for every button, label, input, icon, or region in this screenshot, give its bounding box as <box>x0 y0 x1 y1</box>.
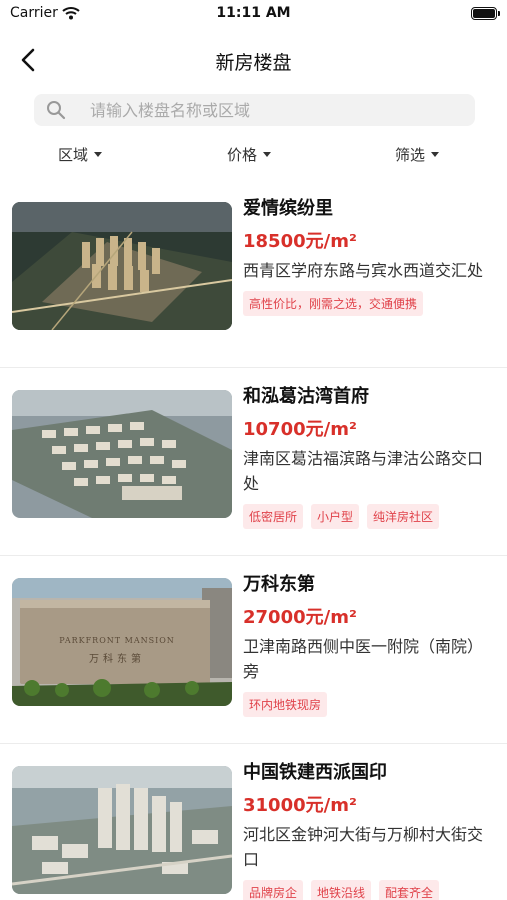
listing-item[interactable]: PARKFRONT MANSION 万科东第 万科东第 27000元/m² 卫津… <box>0 556 507 744</box>
listing-photo: PARKFRONT MANSION 万科东第 <box>12 578 232 706</box>
listing-tag: 配套齐全 <box>379 880 440 900</box>
listing-item[interactable]: 中国铁建西派国印 31000元/m² 河北区金钟河大街与万柳村大街交口 品牌房企… <box>0 744 507 900</box>
search-input[interactable] <box>90 94 460 126</box>
filter-region[interactable]: 区域 <box>58 144 103 165</box>
listing-name: 万科东第 <box>243 574 315 595</box>
search-icon <box>46 100 66 124</box>
listing-address: 津南区葛沽福滨路与津沽公路交口处 <box>243 449 484 493</box>
listing-tag: 高性价比，刚需之选，交通便携 <box>243 291 424 316</box>
listing-address: 卫津南路西侧中医一附院（南院）旁 <box>243 637 484 681</box>
listing-price: 18500元/m² <box>243 231 357 252</box>
listing-name: 爱情缤纷里 <box>243 198 333 219</box>
listing-address: 河北区金钟河大街与万柳村大街交口 <box>243 825 484 869</box>
filter-more[interactable]: 筛选 <box>395 144 440 165</box>
filter-price-label: 价格 <box>227 146 258 164</box>
listing-address: 西青区学府东路与宾水西道交汇处 <box>243 261 484 280</box>
clock: 11:11 AM <box>216 5 291 21</box>
listing-item[interactable]: 和泓葛沽湾首府 10700元/m² 津南区葛沽福滨路与津沽公路交口处 低密居所 … <box>0 368 507 556</box>
mansion-sign-name: 万科东第 <box>89 654 145 665</box>
listing-photo <box>12 202 232 330</box>
battery-icon <box>471 7 500 20</box>
listing-tag: 小户型 <box>311 504 360 529</box>
listing-photo <box>12 766 232 894</box>
listing-info: 和泓葛沽湾首府 10700元/m² 津南区葛沽福滨路与津沽公路交口处 低密居所 … <box>243 382 493 529</box>
nav-bar: 新房楼盘 <box>0 40 507 80</box>
listing-photo <box>12 390 232 518</box>
listing-tag: 地铁沿线 <box>311 880 372 900</box>
filter-bar: 区域 价格 筛选 <box>0 140 507 170</box>
listing-tags: 品牌房企 地铁沿线 配套齐全 <box>243 880 493 900</box>
search-bar[interactable] <box>34 94 475 126</box>
listing-tag: 品牌房企 <box>243 880 304 900</box>
listing-tags: 高性价比，刚需之选，交通便携 <box>243 291 493 316</box>
listing-price: 10700元/m² <box>243 419 357 440</box>
listing-info: 中国铁建西派国印 31000元/m² 河北区金钟河大街与万柳村大街交口 品牌房企… <box>243 758 493 900</box>
listing-price: 27000元/m² <box>243 607 357 628</box>
listing-tags: 低密居所 小户型 纯洋房社区 <box>243 504 493 529</box>
caret-down-icon <box>94 152 103 157</box>
listing-tag: 低密居所 <box>243 504 304 529</box>
filter-price[interactable]: 价格 <box>227 144 272 165</box>
listing-tag: 纯洋房社区 <box>367 504 440 529</box>
listing-name: 中国铁建西派国印 <box>243 762 387 783</box>
page-title: 新房楼盘 <box>215 52 292 74</box>
listing-info: 万科东第 27000元/m² 卫津南路西侧中医一附院（南院）旁 环内地铁现房 <box>243 570 493 717</box>
filter-more-label: 筛选 <box>395 146 426 164</box>
listing-item[interactable]: 爱情缤纷里 18500元/m² 西青区学府东路与宾水西道交汇处 高性价比，刚需之… <box>0 180 507 368</box>
listing-price: 31000元/m² <box>243 795 357 816</box>
filter-region-label: 区域 <box>58 146 89 164</box>
caret-down-icon <box>431 152 440 157</box>
listing-tags: 环内地铁现房 <box>243 692 493 717</box>
listing-name: 和泓葛沽湾首府 <box>243 386 369 407</box>
status-bar: Carrier 11:11 AM <box>0 0 507 28</box>
listing-tag: 环内地铁现房 <box>243 692 328 717</box>
mansion-sign-text: PARKFRONT MANSION <box>59 636 175 645</box>
caret-down-icon <box>263 152 272 157</box>
listing-info: 爱情缤纷里 18500元/m² 西青区学府东路与宾水西道交汇处 高性价比，刚需之… <box>243 194 493 316</box>
